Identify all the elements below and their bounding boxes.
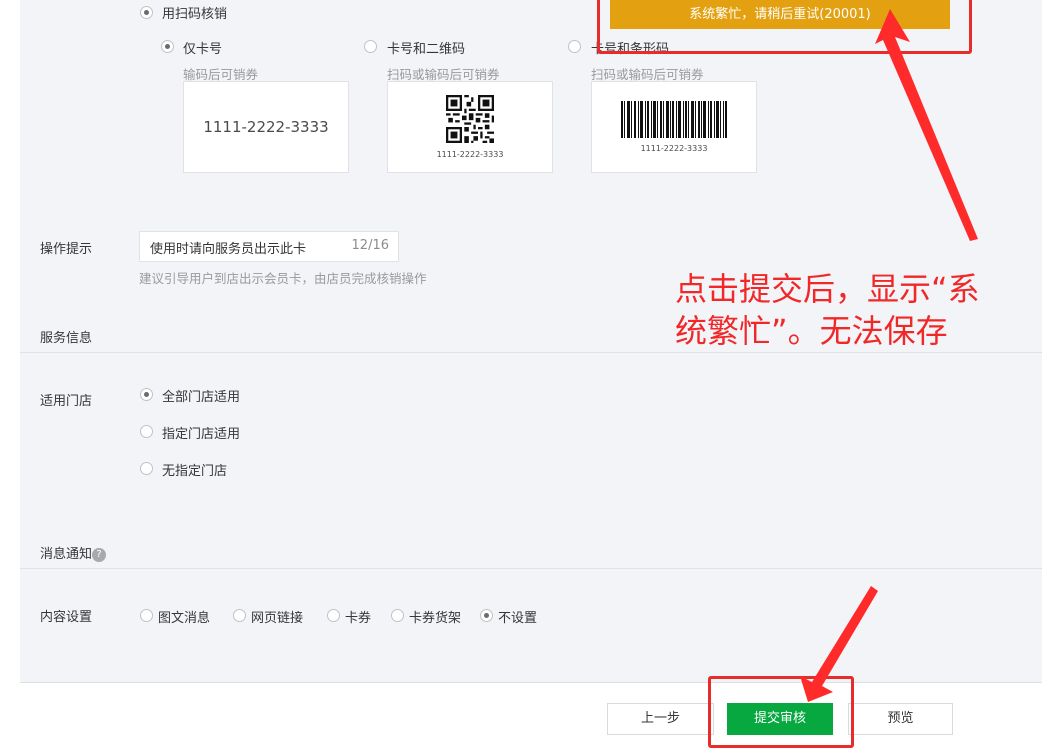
annotation-arrows [800, 9, 978, 702]
arrow-to-toast-icon [875, 9, 978, 241]
annotation-line-1: 点击提交后，显示“系 [675, 270, 980, 308]
annotation-line-2: 统繁忙”。无法保存 [675, 312, 948, 350]
arrow-to-submit-icon [800, 586, 878, 702]
annotation-note: 点击提交后，显示“系 统繁忙”。无法保存 [675, 268, 980, 352]
